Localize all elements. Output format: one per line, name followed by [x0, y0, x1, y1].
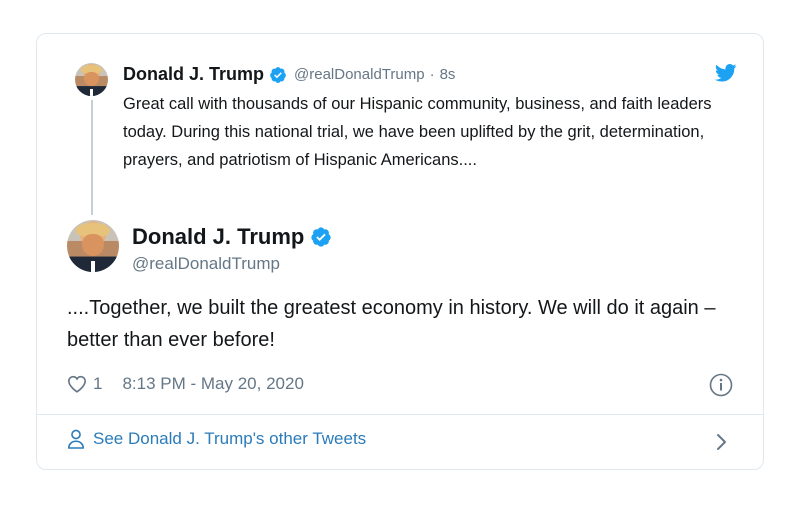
tweet-embed-card: Donald J. Trump @realDonaldTrump · 8s Gr…	[36, 33, 764, 470]
quoted-author-name[interactable]: Donald J. Trump	[123, 64, 264, 85]
like-count: 1	[93, 374, 103, 393]
twitter-bird-icon[interactable]	[715, 64, 737, 82]
quoted-tweet-time[interactable]: 8s	[440, 66, 456, 83]
main-author-name-row: Donald J. Trump	[132, 224, 332, 250]
verified-icon	[311, 227, 331, 247]
tweet-timestamp[interactable]: 8:13 PM - May 20, 2020	[122, 374, 303, 394]
see-other-tweets-link[interactable]: See Donald J. Trump's other Tweets	[67, 429, 366, 449]
verified-icon	[270, 66, 286, 83]
quoted-author-handle[interactable]: @realDonaldTrump	[294, 66, 425, 83]
quoted-tweet-header: Donald J. Trump @realDonaldTrump · 8s	[123, 64, 455, 85]
footer-divider	[37, 414, 763, 415]
heart-icon[interactable]	[67, 375, 87, 393]
main-author-name[interactable]: Donald J. Trump	[132, 224, 304, 250]
quoted-author-avatar[interactable]	[75, 63, 108, 96]
main-author-avatar[interactable]	[67, 220, 119, 272]
see-other-tweets-label[interactable]: See Donald J. Trump's other Tweets	[93, 429, 366, 449]
info-icon[interactable]	[709, 373, 733, 397]
main-author-handle[interactable]: @realDonaldTrump	[132, 254, 280, 274]
quoted-tweet-text: Great call with thousands of our Hispani…	[123, 95, 712, 169]
tweet-meta-row: 1 8:13 PM - May 20, 2020	[67, 374, 304, 394]
main-tweet-text: ....Together, we built the greatest econ…	[67, 297, 716, 351]
person-icon	[67, 429, 85, 449]
thread-connector-line	[91, 100, 93, 215]
chevron-right-icon[interactable]	[715, 432, 729, 452]
dot-separator: ·	[429, 66, 435, 83]
